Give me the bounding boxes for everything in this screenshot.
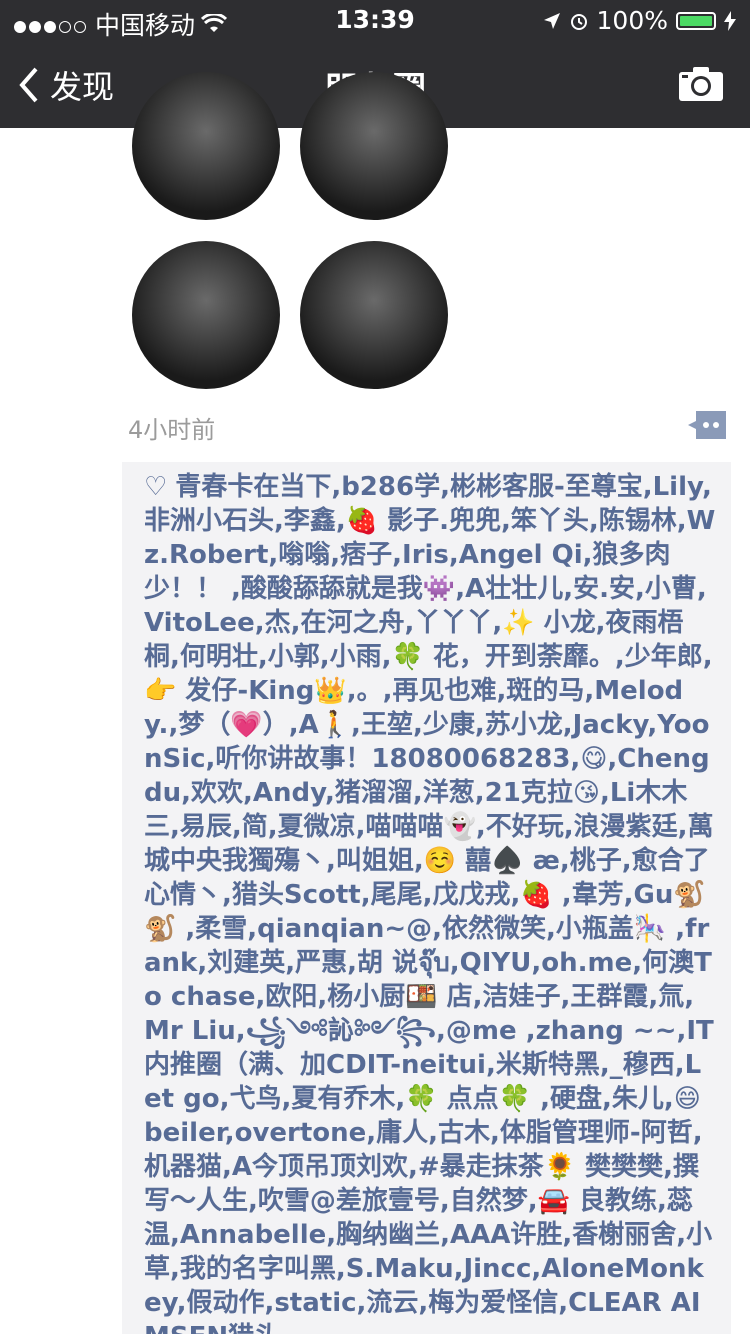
- post-photo-4[interactable]: [300, 241, 448, 389]
- likes-list: ♡ 青春卡在当下,b286学,彬彬客服-至尊宝,Lily,非洲小石头,李鑫,🍓 影…: [122, 462, 731, 1334]
- post-photo-1[interactable]: [132, 72, 280, 220]
- comment-icon: [688, 411, 726, 439]
- camera-button[interactable]: [678, 66, 724, 106]
- camera-icon: [679, 67, 723, 101]
- post-photo-2[interactable]: [300, 72, 448, 220]
- heart-icon: ♡: [144, 472, 168, 502]
- post-time: 4小时前: [128, 416, 216, 444]
- likes-names[interactable]: 青春卡在当下,b286学,彬彬客服-至尊宝,Lily,非洲小石头,李鑫,🍓 影子…: [144, 472, 715, 1334]
- post-photo-3[interactable]: [132, 241, 280, 389]
- comment-button[interactable]: [688, 411, 726, 439]
